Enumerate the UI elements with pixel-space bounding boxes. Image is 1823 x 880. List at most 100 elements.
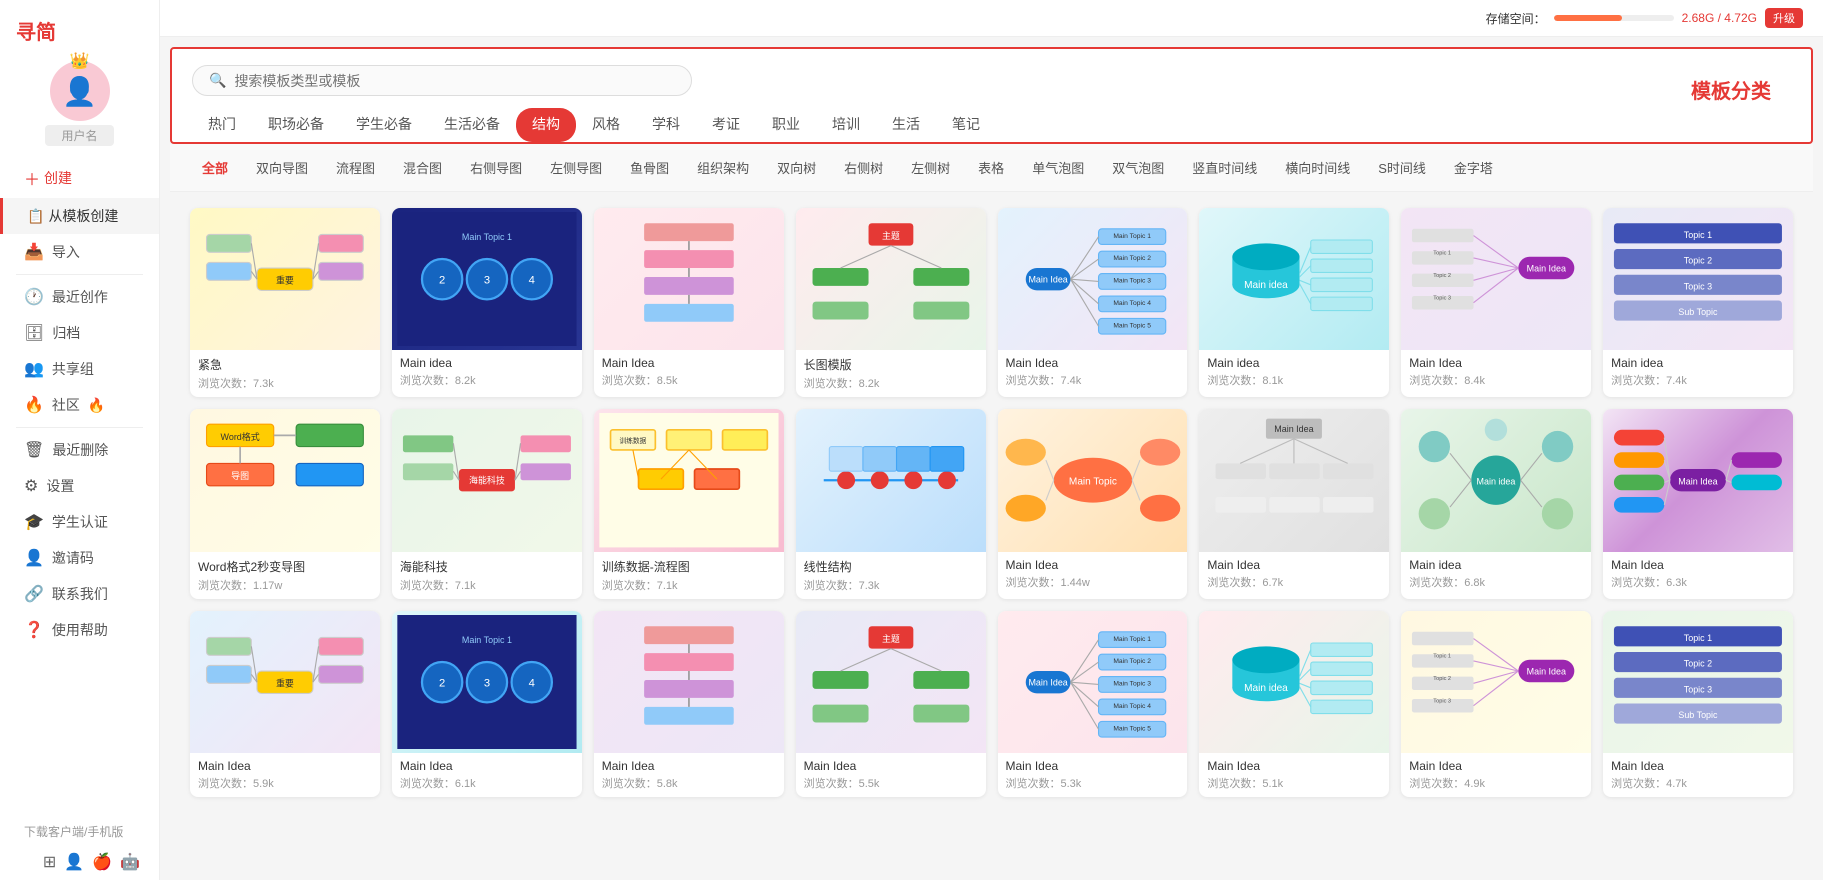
sidebar-item-student[interactable]: 🎓 学生认证 <box>0 504 159 540</box>
sub-cat-金字塔[interactable]: 金字塔 <box>1442 154 1505 181</box>
template-card[interactable]: 海能科技 海能科技 浏览次数：7.1k <box>392 409 582 598</box>
sub-cat-横向时间线[interactable]: 横向时间线 <box>1273 154 1362 181</box>
help-icon: ❓ <box>24 620 44 640</box>
template-card[interactable]: Main Idea Topic 1 Topic 2 Topic 3 Main I… <box>1401 208 1591 397</box>
template-card[interactable]: Main Idea Main Topic 1 Main Topic 2 Main… <box>998 611 1188 797</box>
template-title: Main Idea <box>1611 558 1785 572</box>
filter-tab-考证[interactable]: 考证 <box>696 108 756 142</box>
filter-tab-培训[interactable]: 培训 <box>816 108 876 142</box>
template-card[interactable]: Word格式 导图 Word格式2秒变导图 浏览次数：1.17w <box>190 409 380 598</box>
svg-text:Main Topic 2: Main Topic 2 <box>1113 658 1151 665</box>
sub-cat-组织架构[interactable]: 组织架构 <box>685 154 761 181</box>
template-card[interactable]: Main Topic Main Idea 浏览次数：1.44w <box>998 409 1188 598</box>
template-card[interactable]: 主题 长图模版 浏览次数：8.2k <box>796 208 986 397</box>
filter-tab-生活[interactable]: 生活 <box>876 108 936 142</box>
filter-tab-学生必备[interactable]: 学生必备 <box>340 108 428 142</box>
template-card[interactable]: Main idea Main idea 浏览次数：8.1k <box>1199 208 1389 397</box>
filter-tab-笔记[interactable]: 笔记 <box>936 108 996 142</box>
template-card[interactable]: Main Idea Main Topic 1 Main Topic 2 Main… <box>998 208 1188 397</box>
template-card[interactable]: 2 3 4 Main Topic 1 Main idea 浏览次数：8.2k <box>392 208 582 397</box>
filter-tab-职场必备[interactable]: 职场必备 <box>252 108 340 142</box>
search-input[interactable] <box>234 73 675 89</box>
template-card[interactable]: Topic 1 Topic 2 Topic 3 Sub Topic Main I… <box>1603 611 1793 797</box>
template-icon: 📋 <box>27 208 44 225</box>
mini-diagram: Main Idea <box>1199 409 1389 551</box>
sub-cat-单气泡图[interactable]: 单气泡图 <box>1020 154 1096 181</box>
svg-text:重要: 重要 <box>276 677 294 688</box>
sidebar-item-invite[interactable]: 👤 邀请码 <box>0 540 159 576</box>
category-title: 模板分类 <box>1691 75 1771 104</box>
sidebar-item-recent-delete[interactable]: 🗑 最近删除 <box>0 432 159 468</box>
sub-cat-左侧导图[interactable]: 左侧导图 <box>538 154 614 181</box>
mini-diagram: Word格式 导图 <box>190 409 380 551</box>
svg-text:Sub Topic: Sub Topic <box>1678 710 1718 720</box>
sidebar-item-community[interactable]: 🔥 社区 🔥 <box>0 387 159 423</box>
template-card[interactable]: Main Idea 浏览次数：5.8k <box>594 611 784 797</box>
filter-tab-学科[interactable]: 学科 <box>636 108 696 142</box>
template-title: Main Idea <box>1409 759 1583 773</box>
filter-tab-热门[interactable]: 热门 <box>192 108 252 142</box>
template-views: 浏览次数：1.17w <box>198 577 372 593</box>
template-card[interactable]: 训练数据 训练数据-流程图 浏览次数：7.1k <box>594 409 784 598</box>
sub-cat-双向导图[interactable]: 双向导图 <box>244 154 320 181</box>
sidebar-item-import[interactable]: 📥 导入 <box>0 234 159 270</box>
svg-text:Main idea: Main idea <box>1244 683 1288 694</box>
template-thumb: 主题 <box>796 611 986 753</box>
template-card[interactable]: Main Idea Topic 1 Topic 2 Topic 3 Main I… <box>1401 611 1591 797</box>
sub-cat-双向树[interactable]: 双向树 <box>765 154 828 181</box>
person-icon[interactable]: 👤 <box>64 852 84 872</box>
sub-cat-全部[interactable]: 全部 <box>190 154 240 181</box>
template-views: 浏览次数：5.1k <box>1207 775 1381 791</box>
storage-bar <box>1554 15 1674 21</box>
filter-tab-结构[interactable]: 结构 <box>516 108 576 142</box>
template-card[interactable]: Topic 1 Topic 2 Topic 3 Sub Topic Main i… <box>1603 208 1793 397</box>
sidebar-item-help[interactable]: ❓ 使用帮助 <box>0 612 159 648</box>
sub-cat-鱼骨图[interactable]: 鱼骨图 <box>618 154 681 181</box>
template-card[interactable]: Main idea Main idea 浏览次数：6.8k <box>1401 409 1591 598</box>
storage-label: 存储空间： <box>1486 10 1546 27</box>
filter-tab-职业[interactable]: 职业 <box>756 108 816 142</box>
settings-icon: ⚙ <box>24 476 38 496</box>
invite-icon: 👤 <box>24 548 44 568</box>
template-card[interactable]: 线性结构 浏览次数：7.3k <box>796 409 986 598</box>
template-card[interactable]: 主题 Main Idea 浏览次数：5.5k <box>796 611 986 797</box>
upgrade-button[interactable]: 升级 <box>1765 8 1803 28</box>
mini-diagram: Topic 1 Topic 2 Topic 3 Sub Topic <box>1603 611 1793 753</box>
sub-cat-竖直时间线[interactable]: 竖直时间线 <box>1180 154 1269 181</box>
create-button[interactable]: ＋ 创建 <box>0 158 159 198</box>
template-card[interactable]: 2 3 4 Main Topic 1 Main Idea 浏览次数：6.1k <box>392 611 582 797</box>
sub-cat-右侧树[interactable]: 右侧树 <box>832 154 895 181</box>
template-thumb <box>796 409 986 551</box>
template-info: Main Idea 浏览次数：6.7k <box>1199 552 1389 596</box>
windows-icon[interactable]: ⊞ <box>43 852 56 872</box>
sidebar-item-recent[interactable]: 🕐 最近创作 <box>0 279 159 315</box>
template-card[interactable]: Main Idea Main Idea 浏览次数：6.7k <box>1199 409 1389 598</box>
template-thumb: Word格式 导图 <box>190 409 380 551</box>
from-template-button[interactable]: 📋 从模板创建 <box>0 198 159 234</box>
sub-cat-右侧导图[interactable]: 右侧导图 <box>458 154 534 181</box>
template-views: 浏览次数：5.3k <box>1006 775 1180 791</box>
sub-cat-双气泡图[interactable]: 双气泡图 <box>1100 154 1176 181</box>
template-card[interactable]: 重要 紧急 浏览次数：7.3k <box>190 208 380 397</box>
mini-diagram: Main Idea Main Topic 1 Main Topic 2 Main… <box>998 611 1188 753</box>
sub-cat-表格[interactable]: 表格 <box>966 154 1016 181</box>
sub-cat-S时间线[interactable]: S时间线 <box>1366 154 1438 181</box>
sub-cat-左侧树[interactable]: 左侧树 <box>899 154 962 181</box>
template-card[interactable]: Main idea Main Idea 浏览次数：5.1k <box>1199 611 1389 797</box>
apple-icon[interactable]: 🍎 <box>92 852 112 872</box>
template-info: 海能科技 浏览次数：7.1k <box>392 552 582 599</box>
sidebar-item-archive[interactable]: 🗄 归档 <box>0 315 159 351</box>
template-card[interactable]: 重要 Main Idea 浏览次数：5.9k <box>190 611 380 797</box>
android-icon[interactable]: 🤖 <box>120 852 140 872</box>
filter-tab-风格[interactable]: 风格 <box>576 108 636 142</box>
template-card[interactable]: Main Idea 浏览次数：8.5k <box>594 208 784 397</box>
mini-diagram: Main idea <box>1401 409 1591 551</box>
filter-tab-生活必备[interactable]: 生活必备 <box>428 108 516 142</box>
sidebar-item-contact[interactable]: 🔗 联系我们 <box>0 576 159 612</box>
sidebar-item-settings[interactable]: ⚙ 设置 <box>0 468 159 504</box>
sub-cat-混合图[interactable]: 混合图 <box>391 154 454 181</box>
sidebar-item-share-group[interactable]: 👥 共享组 <box>0 351 159 387</box>
mini-diagram: Main Idea Topic 1 Topic 2 Topic 3 <box>1401 611 1591 753</box>
template-card[interactable]: Main Idea Main Idea 浏览次数：6.3k <box>1603 409 1793 598</box>
sub-cat-流程图[interactable]: 流程图 <box>324 154 387 181</box>
